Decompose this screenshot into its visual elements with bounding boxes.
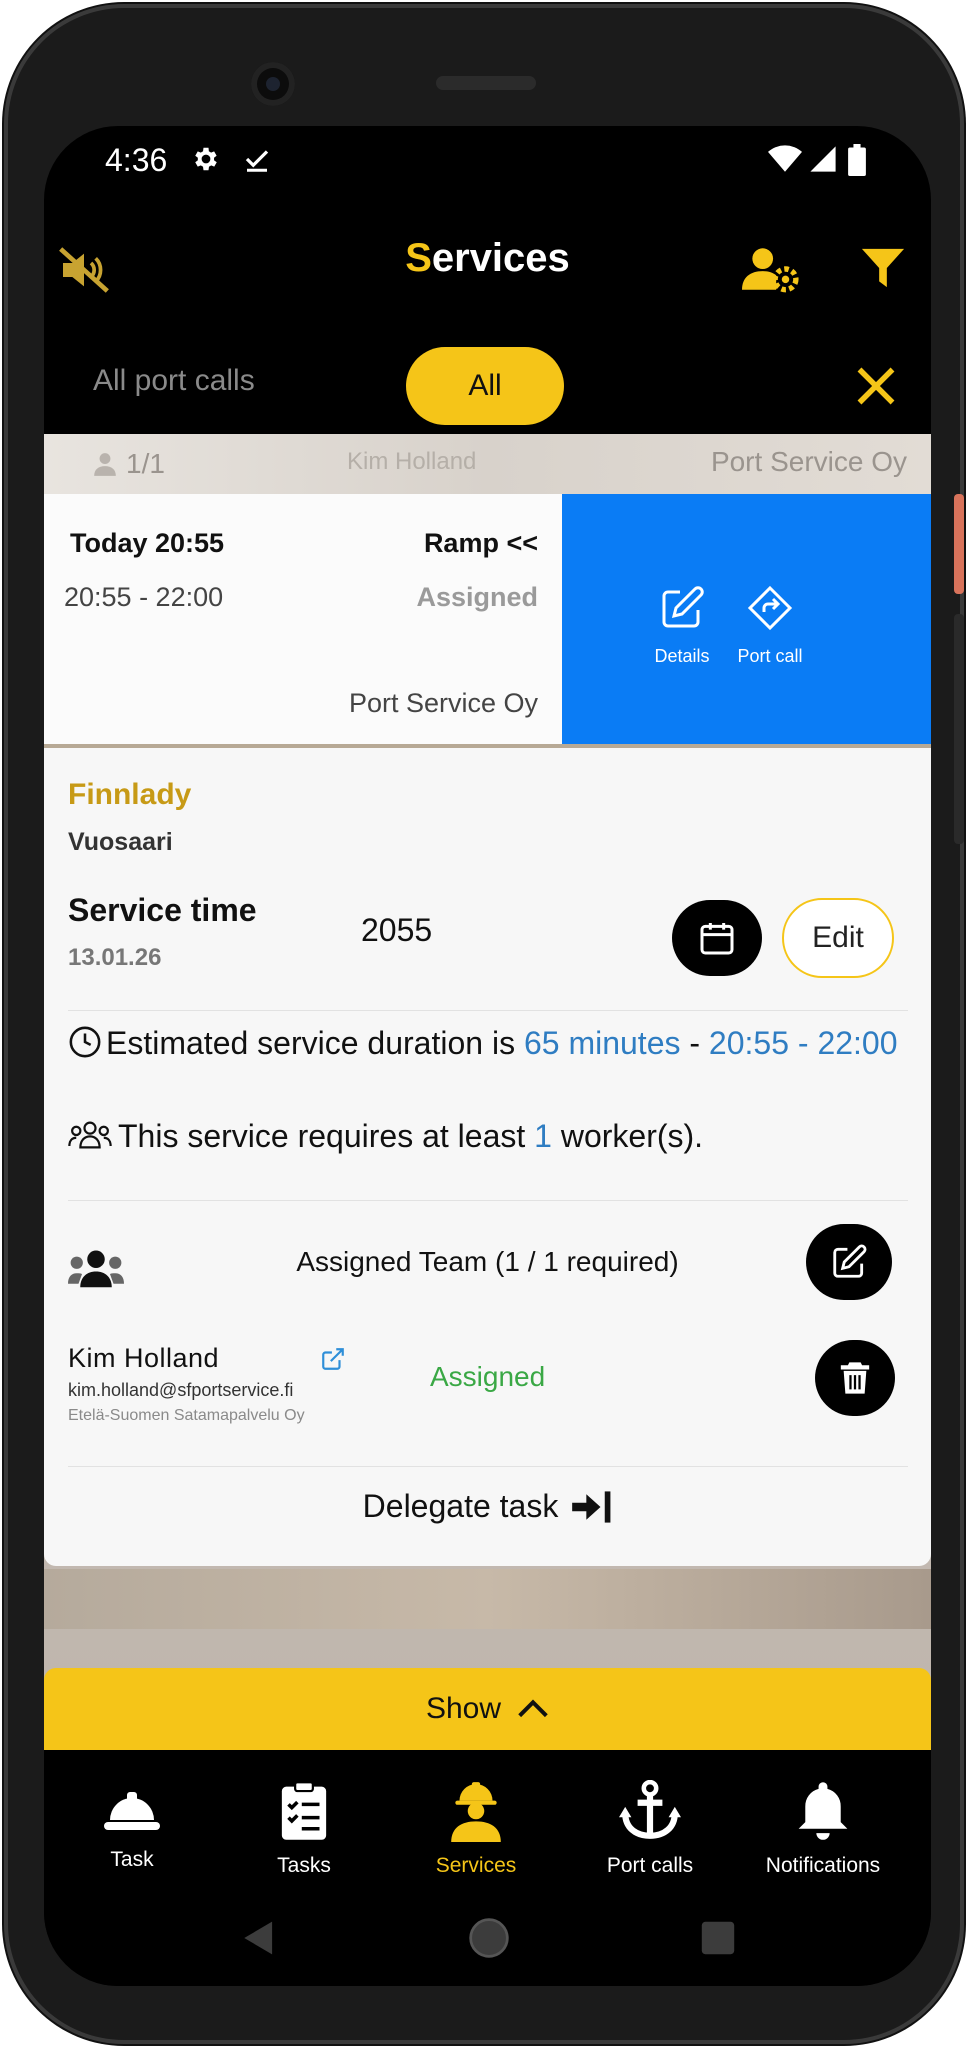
hard-hat-icon	[104, 1792, 160, 1830]
edit-time-button[interactable]: Edit	[782, 898, 894, 978]
show-button[interactable]: Show	[44, 1668, 931, 1750]
delegate-task-button[interactable]: Delegate task	[44, 1488, 931, 1525]
edit-square-icon	[662, 586, 704, 628]
service-date: Today 20:55	[70, 528, 225, 558]
bottom-navigation: Task Tasks Services Port calls Notificat…	[44, 1750, 931, 1890]
person-count: 1/1	[92, 448, 165, 480]
details-button[interactable]: Details	[632, 584, 732, 667]
settings-icon	[191, 144, 221, 179]
nav-item-task[interactable]: Task	[47, 1780, 217, 1872]
nav-label: Task	[110, 1848, 154, 1871]
estimated-duration: Estimated service duration is 65 minutes…	[68, 1018, 898, 1068]
worker-email: kim.holland@sfportservice.fi	[68, 1380, 294, 1400]
power-button	[954, 494, 964, 594]
nav-item-services[interactable]: Services	[391, 1780, 561, 1878]
group-icon	[68, 1121, 112, 1149]
status-bar: 4:36	[44, 126, 931, 206]
list-item[interactable]: 1/1 Kim Holland Port Service Oy	[44, 434, 931, 494]
volume-button	[954, 614, 964, 844]
service-date-value: 13.01.26	[68, 944, 162, 971]
remove-worker-button[interactable]	[815, 1340, 895, 1416]
nav-label: Notifications	[765, 1854, 881, 1877]
signal-icon	[809, 144, 837, 179]
earpiece-speaker	[436, 76, 536, 90]
worker-icon	[451, 1782, 501, 1842]
service-detail-panel: Finnlady Vuosaari Service time 13.01.26 …	[44, 748, 931, 1566]
peek-company: Port Service Oy	[710, 446, 907, 477]
battery-icon	[848, 144, 866, 181]
services-list: 1/1 Kim Holland Port Service Oy Today 20…	[44, 434, 931, 1684]
port-call-label: Port call	[737, 646, 803, 666]
port-call-button[interactable]: Port call	[720, 584, 820, 667]
divider	[68, 1466, 908, 1467]
bell-icon	[798, 1782, 848, 1840]
sign-in-arrow-icon	[572, 1490, 611, 1523]
trash-icon	[840, 1362, 870, 1394]
screen: 4:36 Services All port calls All 1/1 Kim…	[44, 126, 931, 1986]
nav-item-tasks[interactable]: Tasks	[219, 1780, 389, 1878]
user-settings-icon[interactable]	[742, 244, 800, 299]
status-time: 4:36	[105, 142, 168, 178]
checkmark-icon	[242, 144, 272, 179]
nav-label: Tasks	[277, 1854, 331, 1877]
back-icon[interactable]	[242, 1920, 276, 1961]
divider	[68, 1200, 908, 1201]
front-camera	[251, 62, 295, 106]
details-label: Details	[654, 646, 710, 666]
list-item[interactable]	[44, 1569, 931, 1629]
service-summary[interactable]: Today 20:55 Ramp << 20:55 - 22:00 Assign…	[44, 494, 562, 744]
service-time-label: Service time	[68, 892, 257, 928]
chevron-up-icon	[518, 1699, 548, 1718]
divider	[68, 1010, 908, 1011]
vessel-name: Finnlady	[68, 778, 192, 811]
show-label: Show	[425, 1692, 502, 1725]
edit-team-button[interactable]	[806, 1224, 892, 1300]
nav-item-notifications[interactable]: Notifications	[738, 1780, 908, 1878]
tab-all[interactable]: All	[406, 347, 564, 425]
service-time-value: 2055	[361, 912, 433, 948]
anchor-icon	[619, 1780, 681, 1839]
clipboard-list-icon	[281, 1781, 327, 1840]
home-icon[interactable]	[467, 1916, 511, 1965]
close-icon[interactable]	[854, 364, 898, 413]
system-navigation	[44, 1890, 931, 1986]
external-link-icon[interactable]	[320, 1346, 346, 1377]
nav-item-port-calls[interactable]: Port calls	[565, 1780, 735, 1878]
tab-all-port-calls[interactable]: All port calls	[93, 364, 255, 398]
person-icon	[94, 453, 116, 476]
required-workers: This service requires at least 1 worker(…	[68, 1118, 898, 1155]
worker-status: Assigned	[430, 1361, 546, 1392]
swipe-actions: Details Port call	[562, 494, 931, 744]
recents-icon[interactable]	[700, 1920, 736, 1961]
service-card[interactable]: Today 20:55 Ramp << 20:55 - 22:00 Assign…	[44, 494, 931, 748]
calendar-button[interactable]	[672, 900, 762, 976]
directions-icon	[747, 585, 793, 631]
nav-label: Port calls	[606, 1854, 694, 1877]
filter-icon[interactable]	[860, 244, 906, 297]
peek-worker: Kim Holland	[347, 448, 477, 475]
filter-tabs: All port calls All	[44, 336, 931, 434]
worker-name: Kim Holland	[68, 1343, 220, 1373]
nav-label: Services	[435, 1854, 517, 1877]
delegate-label: Delegate task	[362, 1488, 559, 1524]
worker-organization: Etelä-Suomen Satamapalvelu Oy	[68, 1407, 305, 1424]
service-ramp: Ramp <<	[423, 528, 538, 558]
clock-icon	[69, 1026, 101, 1058]
service-status: Assigned	[416, 582, 538, 612]
phone-frame: 4:36 Services All port calls All 1/1 Kim…	[4, 4, 964, 2044]
service-time-range: 20:55 - 22:00	[64, 582, 224, 612]
service-company: Port Service Oy	[348, 688, 538, 718]
calendar-icon	[700, 923, 734, 955]
edit-square-icon	[833, 1244, 867, 1278]
app-bar: Services	[44, 206, 931, 336]
port-name: Vuosaari	[68, 828, 173, 856]
wifi-icon	[768, 144, 802, 179]
assigned-team-label: Assigned Team (1 / 1 required)	[296, 1246, 679, 1277]
